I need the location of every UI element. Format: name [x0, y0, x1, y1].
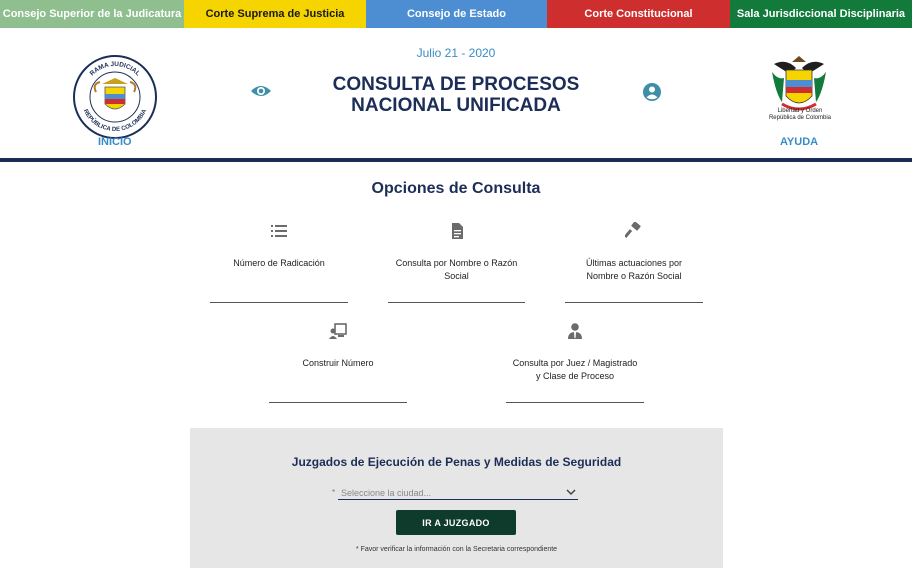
option-label-line2: y Clase de Proceso — [535, 371, 615, 381]
option-label: Consulta por Nombre o Razón Social — [388, 257, 525, 283]
chevron-down-icon — [566, 489, 576, 496]
coat-caption-line2: República de Colombia — [768, 115, 832, 121]
option-juez-magistrado[interactable]: Consulta por Juez / Magistrado y Clase d… — [506, 322, 644, 404]
nav-consejo-estado[interactable]: Consejo de Estado — [366, 0, 547, 28]
option-ultimas-actuaciones[interactable]: Últimas actuaciones por Nombre o Razón S… — [565, 221, 703, 304]
inicio-link[interactable]: INICIO — [98, 136, 132, 148]
option-nombre-razon-social[interactable]: Consulta por Nombre o Razón Social — [388, 222, 525, 304]
option-construir-numero[interactable]: Construir Número — [269, 322, 407, 404]
options-title: Opciones de Consulta — [371, 180, 541, 197]
option-underline — [506, 402, 644, 403]
list-icon — [271, 225, 287, 237]
panel-title: Juzgados de Ejecución de Penas y Medidas… — [291, 455, 622, 469]
header: RAMA JUDICIAL REPÚBLICA DE COLOMBIA INIC… — [0, 28, 912, 162]
option-label: Número de Radicación — [210, 257, 348, 270]
option-label-line1: Últimas actuaciones por — [585, 258, 683, 268]
document-icon — [451, 223, 463, 239]
ir-a-juzgado-button[interactable]: IR A JUZGADO — [396, 510, 516, 535]
option-underline — [388, 302, 525, 303]
gavel-icon — [624, 221, 641, 238]
option-numero-radicacion[interactable]: Número de Radicación — [210, 222, 348, 304]
coat-caption-line1: Libertad y Orden — [777, 108, 823, 114]
option-label-line1: Construir Número — [302, 358, 374, 368]
option-label-line1: Consulta por Nombre o Razón — [395, 258, 518, 268]
rama-judicial-logo[interactable]: RAMA JUDICIAL REPÚBLICA DE COLOMBIA — [72, 54, 158, 140]
option-label-line1: Número de Radicación — [233, 258, 325, 268]
user-circle-icon[interactable] — [642, 82, 662, 102]
coat-of-arms-caption: Libertad y Orden República de Colombia — [758, 108, 842, 122]
city-select[interactable]: * Seleccione la ciudad... — [332, 487, 578, 500]
nav-consejo-superior[interactable]: Consejo Superior de la Judicatura — [0, 0, 184, 28]
judge-icon — [568, 323, 582, 339]
verification-note: * Favor verificar la información con la … — [355, 546, 558, 553]
option-label-line1: Consulta por Juez / Magistrado — [512, 358, 638, 368]
page-title: CONSULTA DE PROCESOS NACIONAL UNIFICADA — [300, 74, 612, 116]
option-underline — [269, 402, 407, 403]
nav-corte-suprema[interactable]: Corte Suprema de Justicia — [184, 0, 366, 28]
top-nav: Consejo Superior de la Judicatura Corte … — [0, 0, 912, 28]
city-select-placeholder: Seleccione la ciudad... — [341, 488, 432, 498]
option-label-line2: Nombre o Razón Social — [586, 271, 682, 281]
nav-sala-disciplinaria[interactable]: Sala Jurisdiccional Disciplinaria — [730, 0, 912, 28]
option-label: Construir Número — [269, 357, 407, 370]
eye-icon[interactable] — [250, 83, 272, 99]
option-underline — [210, 302, 348, 303]
option-label-line2: Social — [444, 271, 469, 281]
ayuda-link[interactable]: AYUDA — [780, 136, 818, 148]
page-title-line2: NACIONAL UNIFICADA — [351, 95, 561, 116]
option-label: Últimas actuaciones por Nombre o Razón S… — [565, 257, 703, 283]
construct-number-icon — [329, 323, 347, 339]
option-underline — [565, 302, 703, 303]
juzgados-panel: Juzgados de Ejecución de Penas y Medidas… — [190, 428, 723, 568]
nav-corte-constitucional[interactable]: Corte Constitucional — [547, 0, 730, 28]
page-title-line1: CONSULTA DE PROCESOS — [332, 74, 580, 95]
required-mark: * — [332, 488, 336, 497]
option-label: Consulta por Juez / Magistrado y Clase d… — [506, 357, 644, 383]
